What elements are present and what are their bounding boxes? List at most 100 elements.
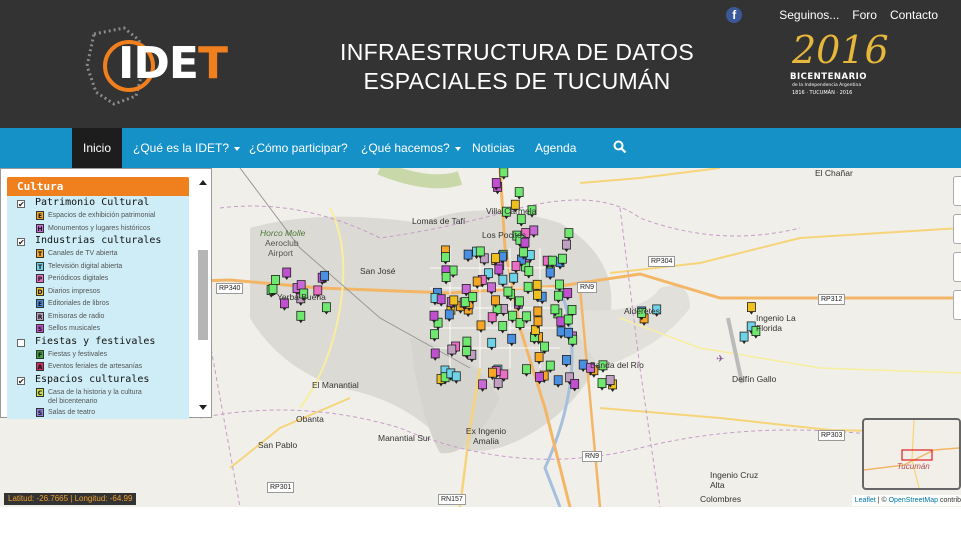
leaflet-link[interactable]: Leaflet [855,497,876,504]
map-marker[interactable] [282,267,292,278]
map-marker[interactable] [540,341,549,352]
layers-button[interactable] [953,252,961,282]
link-foro[interactable]: Foro [852,8,877,22]
layer-group[interactable]: ✔ Espacios culturales [7,374,189,387]
nav-item-que-hacemos[interactable]: ¿Qué hacemos? [350,128,472,168]
layer-item[interactable]: R Emisoras de radio [7,311,189,324]
link-seguinos[interactable]: Seguinos... [779,8,839,22]
map-marker[interactable] [487,312,497,323]
map-marker[interactable] [534,352,544,362]
layer-item[interactable]: S Sellos musicales [7,323,189,336]
scroll-up-icon[interactable] [199,180,207,185]
map-marker[interactable] [503,286,513,297]
map-marker[interactable] [597,378,607,389]
map-marker[interactable] [515,296,524,307]
minimap[interactable]: Tucumán [862,418,961,490]
map-marker[interactable] [460,297,470,308]
layer-group[interactable]: ✔ Industrias culturales [7,235,189,248]
map-marker[interactable] [268,284,278,294]
layer-item[interactable]: E Espacios de exhibición patrimonial [7,210,189,223]
layer-item[interactable]: P Periódicos digitales [7,273,189,286]
layer-item[interactable]: C Casa de la historia y la cultura del bi… [7,387,189,407]
layer-item[interactable]: T Canales de TV abierta [7,248,189,261]
layer-item[interactable]: T Televisión digital abierta [7,261,189,274]
map-marker[interactable] [493,377,503,388]
map-marker[interactable] [535,371,544,382]
nav-item-noticias[interactable]: Noticias [461,128,526,168]
map-marker[interactable] [444,309,454,320]
facebook-icon[interactable]: f [726,7,743,23]
map-marker[interactable] [522,364,531,375]
map-marker[interactable] [747,302,756,313]
map-marker[interactable] [472,276,482,287]
layer-item[interactable]: E Editoriales de libros [7,298,189,311]
map-marker[interactable] [570,378,580,389]
map-marker[interactable] [562,239,571,250]
map-marker[interactable] [522,311,531,322]
map-marker[interactable] [547,255,557,266]
map-marker[interactable] [478,379,488,390]
search-icon[interactable] [613,140,627,154]
layer-list[interactable]: Cultura ✔ Patrimonio Cultural E Espacios de… [7,177,189,419]
layer-item[interactable]: S Salas de teatro [7,407,189,420]
zoom-out-button[interactable] [953,214,961,244]
map-marker[interactable] [578,359,588,370]
fullscreen-button[interactable] [953,290,961,320]
map-marker[interactable] [545,267,555,278]
nav-item-como-participar[interactable]: ¿Cómo participar? [238,128,359,168]
idet-logo-text[interactable]: IDET [118,38,228,89]
layer-group[interactable]: Fiestas y festivales [7,336,189,349]
layer-panel-title[interactable]: Cultura [7,177,189,196]
map-marker[interactable] [533,289,542,300]
scroll-down-icon[interactable] [199,405,207,410]
map-marker[interactable] [508,310,517,321]
map-marker[interactable] [514,187,524,198]
map-marker[interactable] [553,375,563,386]
map-marker[interactable] [320,270,330,281]
map-marker[interactable] [523,281,533,292]
map-marker[interactable] [524,266,534,276]
map-marker[interactable] [556,316,566,327]
map-marker[interactable] [519,247,528,258]
map-marker[interactable] [550,304,560,315]
map-marker[interactable] [429,310,439,321]
map-marker[interactable] [564,228,574,238]
map-marker[interactable] [562,354,571,365]
map-marker[interactable] [321,302,331,313]
map-marker[interactable] [499,168,509,178]
layer-item[interactable]: H Monumentos y lugares históricos [7,223,189,236]
map-marker[interactable] [462,346,472,357]
map-marker[interactable] [491,295,500,306]
link-contacto[interactable]: Contacto [890,8,938,22]
map-marker[interactable] [498,274,508,285]
nav-item-agenda[interactable]: Agenda [524,128,587,168]
nav-item-que-es[interactable]: ¿Qué es la IDET? [122,128,251,168]
layer-item[interactable]: A Eventos feriales de artesanías [7,361,189,374]
map-marker[interactable] [499,369,509,380]
map-marker[interactable] [430,348,440,359]
map-marker[interactable] [468,292,478,302]
scroll-thumb[interactable] [198,250,208,340]
layer-panel-scrollbar[interactable] [196,178,210,416]
map-marker[interactable] [271,275,280,285]
layer-group-checkbox[interactable]: ✔ [17,376,25,385]
map-marker[interactable] [556,326,566,337]
map-marker[interactable] [533,316,543,327]
map-marker[interactable] [487,337,497,348]
map-marker[interactable] [532,279,542,290]
map-marker[interactable] [463,249,473,260]
map-marker[interactable] [441,272,451,282]
layer-item[interactable]: D Diarios impresos [7,286,189,299]
map-marker[interactable] [545,360,555,371]
map-marker[interactable] [554,290,563,301]
layer-group-checkbox[interactable]: ✔ [17,238,25,247]
map-marker[interactable] [462,336,472,347]
map-marker[interactable] [507,333,517,344]
map-marker[interactable] [563,314,573,325]
map-marker[interactable] [430,329,439,340]
nav-item-inicio[interactable]: Inicio [72,128,123,168]
map-marker[interactable] [449,295,459,306]
map-marker[interactable] [475,246,485,257]
map-marker[interactable] [476,320,486,331]
map-marker[interactable] [529,225,539,236]
